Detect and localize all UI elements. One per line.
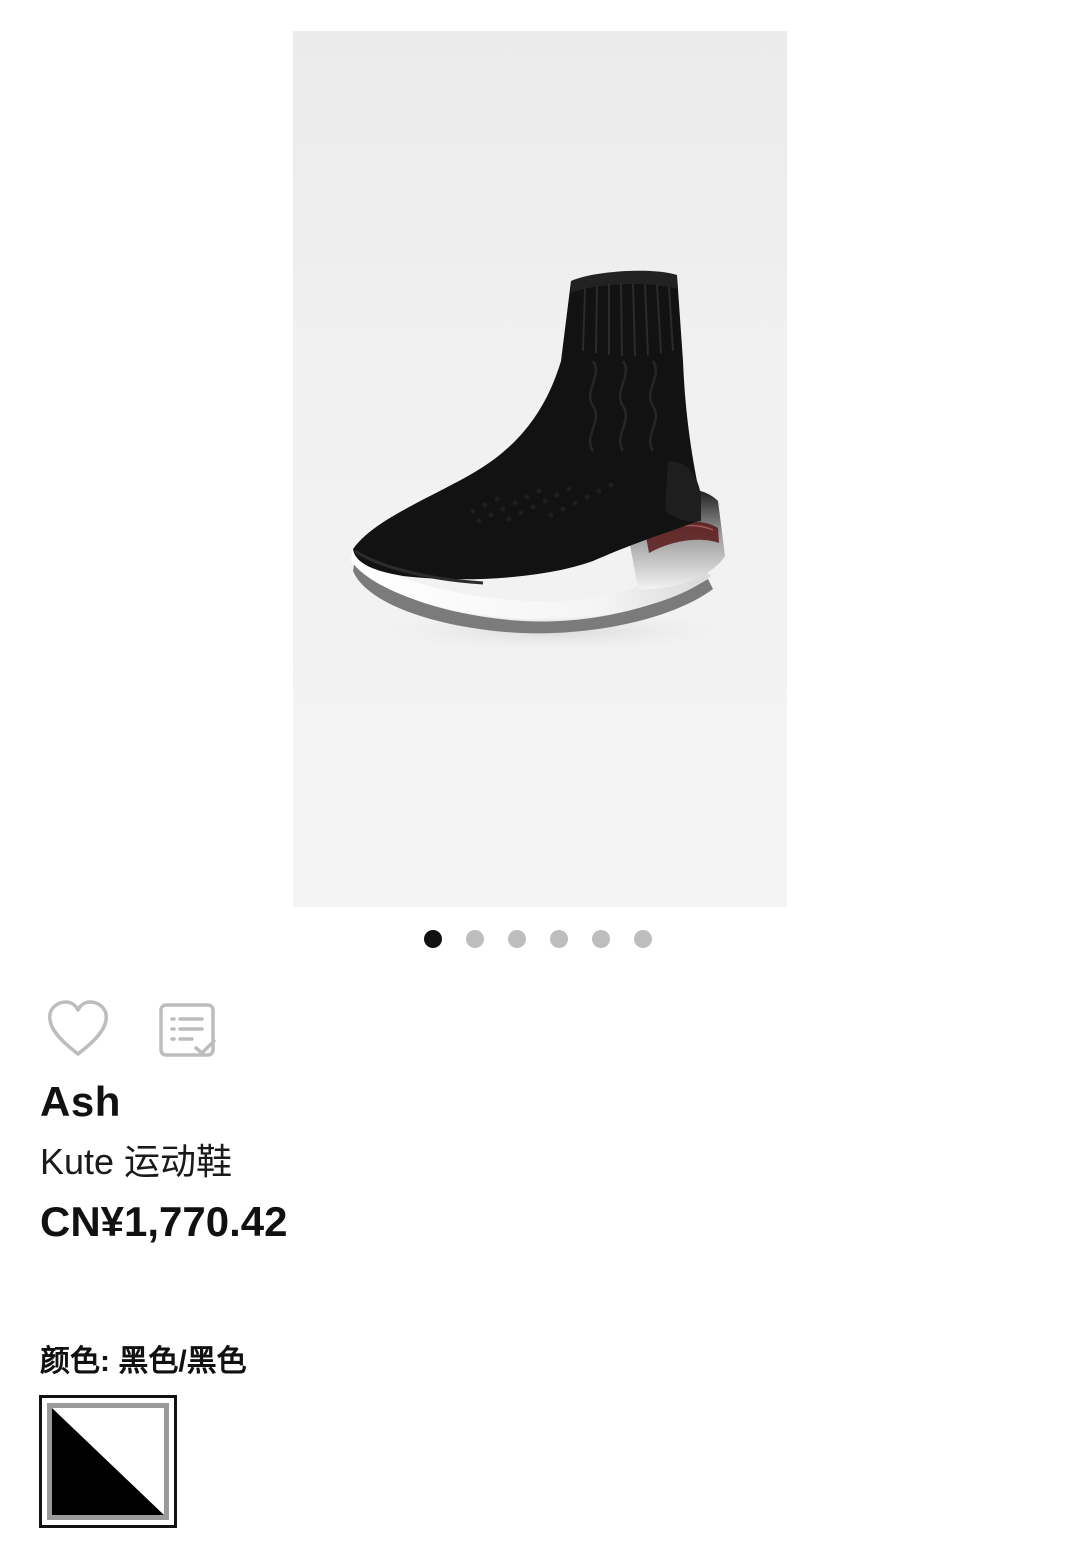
color-selection-label: 颜色: 黑色/黑色 [40, 1342, 247, 1382]
add-to-list-button[interactable] [158, 1002, 218, 1060]
black-white-diagonal-swatch-icon [52, 1408, 164, 1515]
swatch-fill [47, 1403, 169, 1520]
brand-name[interactable]: Ash [40, 1076, 121, 1128]
gallery-pagination [424, 929, 652, 949]
sock-sneaker-illustration [351, 270, 743, 653]
color-swatch-black[interactable] [39, 1395, 177, 1528]
color-label: 颜色: [40, 1345, 110, 1378]
favorite-button[interactable] [46, 1000, 110, 1058]
product-price: CN¥1,770.42 [40, 1198, 288, 1245]
heart-outline-icon [48, 1000, 108, 1056]
gallery-dot-4[interactable] [550, 930, 568, 948]
product-image[interactable] [293, 31, 787, 907]
color-value: 黑色/黑色 [118, 1345, 247, 1378]
gallery-dot-1[interactable] [424, 930, 442, 948]
gallery-dot-5[interactable] [592, 930, 610, 948]
gallery-dot-3[interactable] [508, 930, 526, 948]
checklist-icon [159, 1003, 216, 1057]
gallery-dot-2[interactable] [466, 930, 484, 948]
product-title: Kute 运动鞋 [40, 1141, 233, 1182]
gallery-dot-6[interactable] [634, 930, 652, 948]
